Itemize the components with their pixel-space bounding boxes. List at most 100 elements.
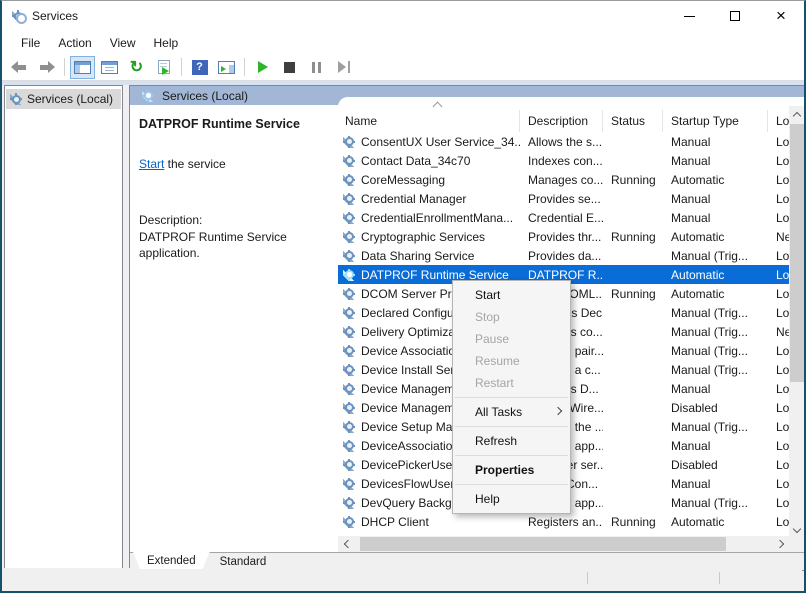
service-icon — [343, 326, 355, 338]
service-icon — [343, 307, 355, 319]
properties-button[interactable] — [97, 56, 122, 79]
menu-separator — [455, 484, 568, 485]
service-startup-type: Manual — [663, 211, 768, 225]
scroll-right-button[interactable] — [773, 536, 789, 552]
export-list-button[interactable] — [151, 56, 176, 79]
panel-header-icon — [142, 90, 154, 102]
scroll-left-button[interactable] — [338, 536, 354, 552]
service-logon-as: Loca — [768, 439, 789, 453]
menu-file[interactable]: File — [12, 33, 49, 53]
tree-item-services-local[interactable]: Services (Local) — [6, 89, 121, 109]
start-service-button[interactable] — [250, 56, 275, 79]
export-list-icon — [158, 60, 170, 74]
maximize-button[interactable] — [712, 1, 758, 31]
scroll-up-button[interactable] — [789, 106, 805, 122]
service-logon-as: Loca — [768, 458, 789, 472]
table-row[interactable]: Data Sharing Service Provides da... Manu… — [338, 246, 789, 265]
vertical-scroll-thumb[interactable] — [790, 124, 804, 382]
context-menu-properties[interactable]: Properties — [453, 459, 570, 481]
menu-action[interactable]: Action — [49, 33, 100, 53]
help-button[interactable] — [187, 56, 212, 79]
service-startup-type: Manual — [663, 477, 768, 491]
service-startup-type: Manual — [663, 135, 768, 149]
service-logon-as: Loca — [768, 363, 789, 377]
column-header-description[interactable]: Description — [520, 110, 603, 132]
service-icon — [343, 459, 355, 471]
service-startup-type: Manual — [663, 192, 768, 206]
back-button[interactable] — [7, 56, 32, 79]
service-icon — [343, 212, 355, 224]
title-bar[interactable]: Services × — [2, 1, 804, 31]
start-service-link[interactable]: Start — [139, 157, 164, 171]
scrollbar-corner — [789, 536, 805, 552]
description-label: Description: — [139, 213, 328, 227]
close-button[interactable]: × — [758, 1, 804, 31]
menu-separator — [455, 397, 568, 398]
service-startup-type: Manual (Trig... — [663, 306, 768, 320]
context-menu-restart: Restart — [453, 372, 570, 394]
pause-service-button[interactable] — [304, 56, 329, 79]
context-menu-help[interactable]: Help — [453, 488, 570, 510]
forward-button[interactable] — [34, 56, 59, 79]
context-menu-all-tasks[interactable]: All Tasks — [453, 401, 570, 423]
column-header-log[interactable]: Log — [768, 110, 789, 132]
start-service-icon — [258, 61, 268, 73]
context-menu-start[interactable]: Start — [453, 284, 570, 306]
column-header-startup-type[interactable]: Startup Type — [663, 110, 768, 132]
service-context-menu: StartStopPauseResumeRestartAll TasksRefr… — [452, 280, 571, 514]
services-app-icon — [12, 10, 24, 22]
submenu-arrow-icon — [554, 407, 562, 415]
service-startup-type: Automatic — [663, 173, 768, 187]
service-logon-as: Loca — [768, 344, 789, 358]
table-row[interactable]: ConsentUX User Service_34... Allows the … — [338, 132, 789, 151]
menu-view[interactable]: View — [101, 33, 145, 53]
horizontal-scrollbar[interactable] — [338, 536, 789, 552]
column-header-status[interactable]: Status — [603, 110, 663, 132]
service-startup-type: Manual — [663, 439, 768, 453]
stop-service-icon — [284, 62, 295, 73]
show-hide-action-pane-icon — [218, 61, 235, 74]
vertical-scrollbar[interactable] — [789, 106, 805, 538]
stop-service-button[interactable] — [277, 56, 302, 79]
table-row[interactable]: Contact Data_34c70 Indexes con... Manual… — [338, 151, 789, 170]
service-logon-as: Loca — [768, 496, 789, 510]
table-row[interactable]: CredentialEnrollmentMana... Credential E… — [338, 208, 789, 227]
description-line-1: DATPROF Runtime Service — [139, 229, 328, 245]
service-name: CoreMessaging — [361, 173, 445, 187]
service-startup-type: Disabled — [663, 401, 768, 415]
service-icon — [343, 402, 355, 414]
service-logon-as: Loca — [768, 211, 789, 225]
service-icon — [343, 516, 355, 528]
table-row[interactable]: Cryptographic Services Provides thr... R… — [338, 227, 789, 246]
menu-separator — [455, 455, 568, 456]
context-menu-refresh[interactable]: Refresh — [453, 430, 570, 452]
service-name: ConsentUX User Service_34... — [361, 135, 520, 149]
services-window: Services × FileActionViewHelp ↻ Services… — [0, 0, 806, 593]
restart-service-button[interactable] — [331, 56, 356, 79]
service-logon-as: Netw — [768, 325, 789, 339]
table-row[interactable]: Credential Manager Provides se... Manual… — [338, 189, 789, 208]
show-hide-action-pane-button[interactable] — [214, 56, 239, 79]
tab-standard[interactable]: Standard — [206, 553, 281, 570]
service-icon — [343, 497, 355, 509]
service-status: Running — [603, 515, 663, 529]
refresh-button[interactable]: ↻ — [124, 56, 149, 79]
close-icon: × — [776, 11, 786, 21]
show-hide-console-tree-button[interactable] — [70, 56, 95, 79]
column-header-name[interactable]: Name — [338, 110, 520, 132]
window-title: Services — [32, 9, 78, 23]
toolbar-separator — [181, 58, 182, 76]
table-row[interactable]: DHCP Client Registers an... Running Auto… — [338, 512, 789, 531]
service-icon — [343, 440, 355, 452]
service-description: Indexes con... — [520, 154, 603, 168]
minimize-button[interactable] — [666, 1, 712, 31]
service-description: Provides da... — [520, 249, 603, 263]
back-icon — [11, 61, 28, 74]
horizontal-scroll-thumb[interactable] — [360, 537, 726, 551]
service-name: CredentialEnrollmentMana... — [361, 211, 513, 225]
menu-help[interactable]: Help — [145, 33, 188, 53]
service-status: Running — [603, 230, 663, 244]
tab-extended[interactable]: Extended — [133, 552, 210, 569]
table-row[interactable]: CoreMessaging Manages co... Running Auto… — [338, 170, 789, 189]
chevron-right-icon — [775, 540, 783, 548]
